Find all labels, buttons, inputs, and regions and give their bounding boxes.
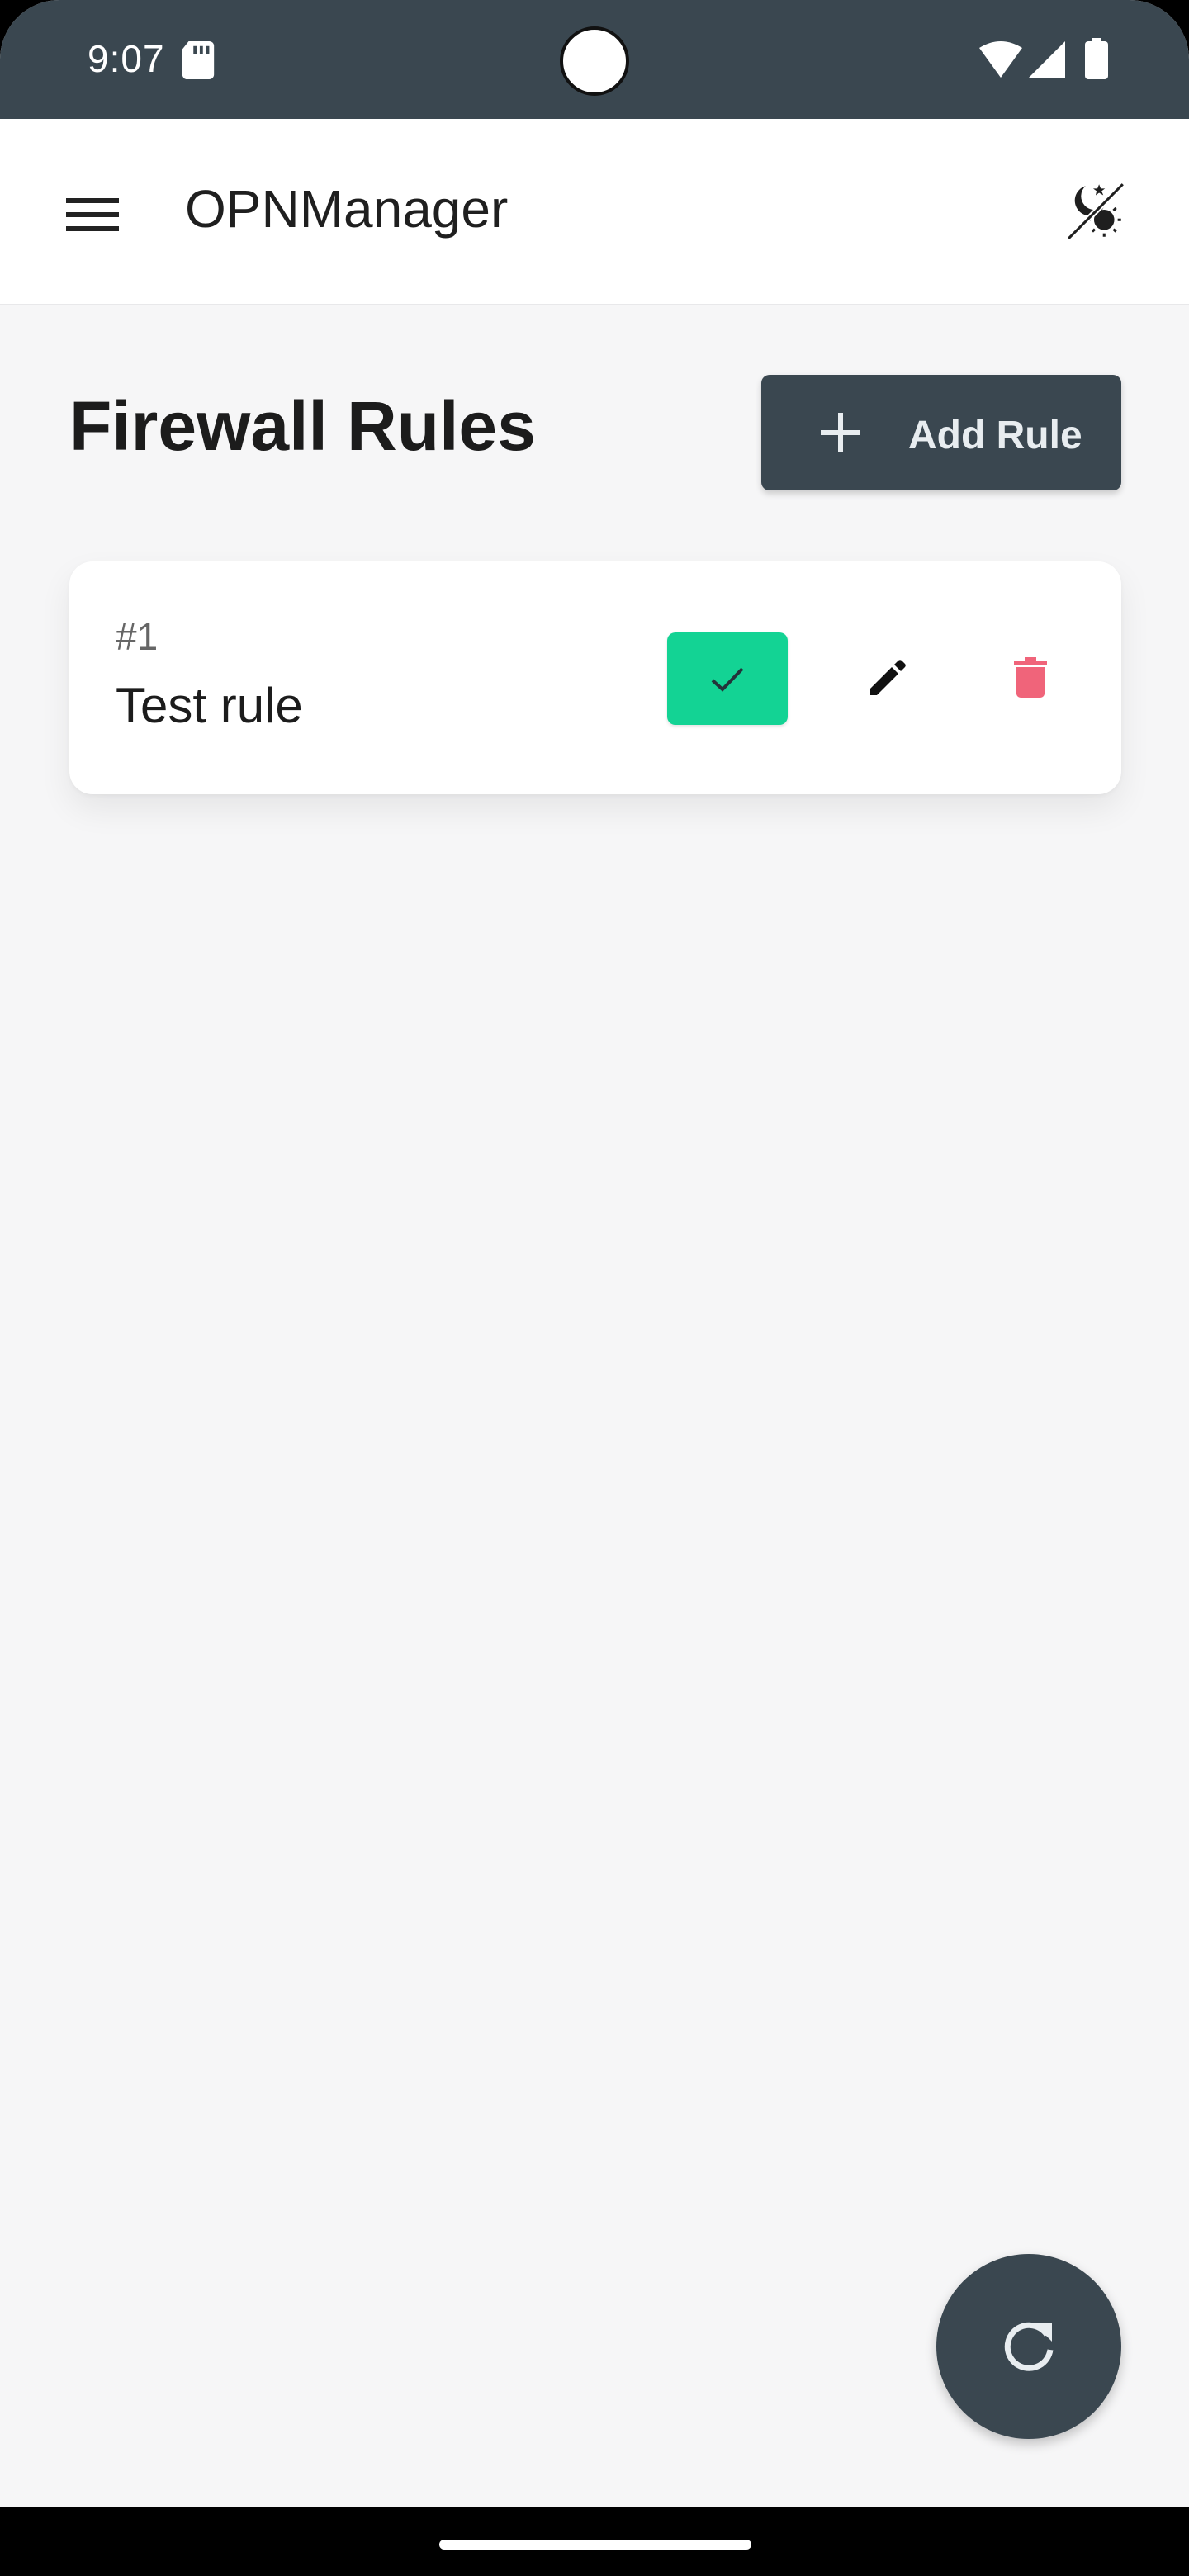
app-bar: OPNManager [0, 119, 1189, 305]
theme-toggle-icon[interactable] [1062, 177, 1130, 246]
status-time: 9:07 [88, 37, 165, 80]
sd-card-icon [182, 41, 215, 79]
hamburger-menu-icon[interactable] [58, 185, 127, 244]
battery-icon [1085, 38, 1108, 79]
rule-card: #1 Test rule [69, 561, 1121, 794]
trash-icon [1014, 657, 1047, 698]
refresh-icon [1004, 2322, 1054, 2371]
wifi-icon [979, 41, 1022, 78]
page-title: Firewall Rules [69, 387, 536, 465]
app-title: OPNManager [185, 179, 509, 239]
camera-cutout [560, 26, 629, 96]
home-indicator[interactable] [439, 2540, 751, 2550]
edit-rule-button[interactable] [846, 636, 928, 718]
app-screen: 9:07 OPNManager Firewall Rules Add Rule … [0, 0, 1189, 2576]
rule-name: Test rule [116, 678, 303, 733]
rule-enabled-toggle[interactable] [667, 632, 788, 725]
signal-icon [1029, 41, 1065, 78]
add-rule-button[interactable]: Add Rule [761, 375, 1121, 490]
delete-rule-button[interactable] [989, 636, 1072, 718]
add-rule-label: Add Rule [908, 414, 1082, 457]
refresh-fab[interactable] [936, 2254, 1121, 2439]
rule-number: #1 [116, 615, 159, 658]
pencil-icon [870, 660, 906, 695]
navigation-bar [0, 2507, 1189, 2576]
check-icon [711, 667, 744, 692]
plus-icon [821, 413, 860, 452]
status-bar: 9:07 [0, 0, 1189, 119]
